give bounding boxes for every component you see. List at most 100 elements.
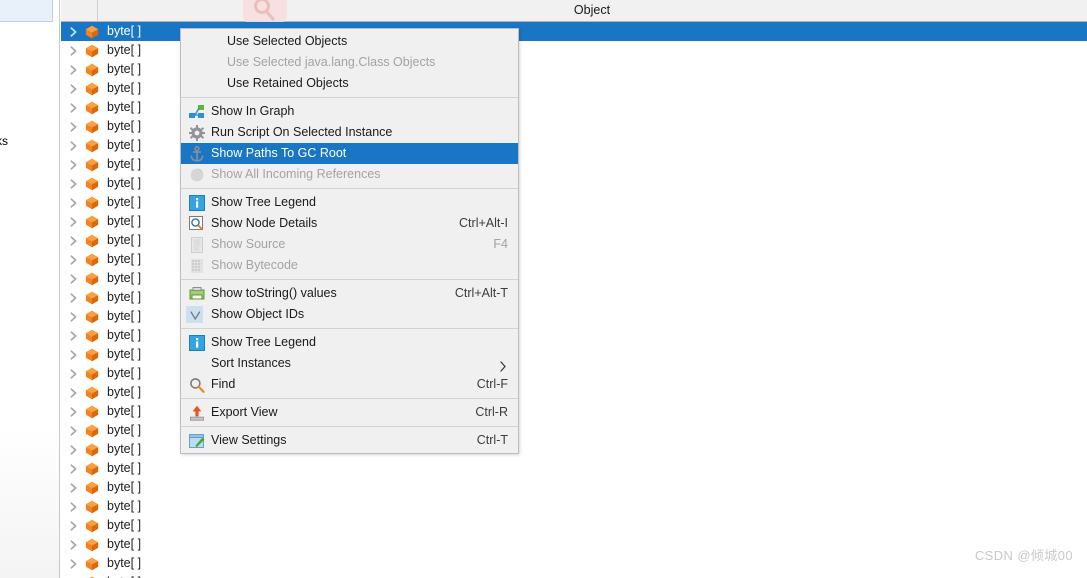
menu-item[interactable]: Find Ctrl-F [181, 374, 518, 395]
object-cube-icon [85, 424, 99, 438]
menu-item-label: Show Node Details [211, 216, 318, 230]
menu-item-label: Show Paths To GC Root [211, 146, 347, 160]
object-cube-icon [85, 120, 99, 134]
chevron-right-icon[interactable] [68, 231, 80, 250]
chevron-right-icon[interactable] [68, 440, 80, 459]
info-icon [189, 195, 205, 211]
menu-item-shortcut: Ctrl+Alt-I [459, 216, 508, 230]
menu-item-label: Use Selected Objects [227, 34, 348, 48]
chevron-right-icon[interactable] [68, 383, 80, 402]
chevron-right-icon[interactable] [68, 326, 80, 345]
table-row[interactable]: byte[ ] [61, 535, 1087, 554]
chevron-right-icon[interactable] [68, 193, 80, 212]
menu-item-label: Show toString() values [211, 286, 337, 300]
menu-item[interactable]: Show toString() values Ctrl+Alt-T [181, 283, 518, 304]
table-cell-object-name: byte[ ] [107, 252, 142, 266]
table-header-cell-blank[interactable] [61, 0, 97, 21]
info-icon [189, 335, 205, 351]
csdn-watermark: CSDN @倾城00 [974, 548, 1073, 563]
chevron-right-icon[interactable] [68, 364, 80, 383]
menu-item-label: Show Tree Legend [211, 195, 316, 209]
object-cube-icon [85, 500, 99, 514]
chevron-right-icon[interactable] [68, 212, 80, 231]
table-cell-object-name: byte[ ] [105, 573, 145, 578]
table-cell-object-name: byte[ ] [107, 62, 142, 76]
chevron-right-icon[interactable] [68, 345, 80, 364]
context-menu[interactable]: Use Selected Objects Use Selected java.la… [180, 28, 519, 454]
object-cube-icon [85, 234, 99, 248]
chevron-right-icon[interactable] [68, 136, 80, 155]
object-cube-icon [85, 25, 99, 39]
menu-item[interactable]: Show Paths To GC Root [181, 143, 518, 164]
chevron-right-icon[interactable] [68, 459, 80, 478]
menu-item[interactable]: Show Tree Legend [181, 192, 518, 213]
object-cube-icon [85, 557, 99, 571]
menu-item[interactable]: Export View Ctrl-R [181, 402, 518, 423]
chevron-right-icon[interactable] [68, 478, 80, 497]
chevron-right-icon[interactable] [68, 307, 80, 326]
object-cube-icon [85, 63, 99, 77]
object-cube-icon [85, 348, 99, 362]
chevron-right-icon[interactable] [68, 174, 80, 193]
table-cell-object-name: byte[ ] [107, 271, 142, 285]
chevron-right-icon[interactable] [68, 516, 80, 535]
object-cube-icon [85, 538, 99, 552]
table-header-row[interactable]: Object [61, 0, 1087, 24]
table-cell-object-name: byte[ ] [107, 442, 142, 456]
menu-item[interactable]: Show Tree Legend [181, 332, 518, 353]
chevron-right-icon[interactable] [68, 535, 80, 554]
search-icon [189, 377, 205, 393]
chevron-right-icon[interactable] [68, 22, 80, 41]
menu-item[interactable]: Show In Graph [181, 101, 518, 122]
menu-separator [181, 398, 518, 399]
table-cell-object-name: byte[ ] [107, 423, 142, 437]
table-cell-object-name: byte[ ] [107, 347, 142, 361]
chevron-right-icon[interactable] [68, 79, 80, 98]
table-cell-object-name: byte[ ] [107, 233, 142, 247]
left-side-panel: ks [0, 0, 60, 578]
menu-item[interactable]: Show Node Details Ctrl+Alt-I [181, 213, 518, 234]
chevron-right-icon[interactable] [68, 497, 80, 516]
chevron-right-icon[interactable] [68, 41, 80, 60]
chevron-right-icon[interactable] [68, 269, 80, 288]
table-row[interactable]: byte[ ] [61, 459, 1087, 478]
chevron-right-icon[interactable] [68, 117, 80, 136]
menu-item[interactable]: Sort Instances [181, 353, 518, 374]
chevron-right-icon [499, 358, 507, 372]
export-icon [189, 405, 205, 421]
chevron-right-icon[interactable] [68, 98, 80, 117]
table-cell-object-name: byte[ ] [107, 366, 142, 380]
object-cube-icon [85, 310, 99, 324]
menu-item[interactable]: Run Script On Selected Instance [181, 122, 518, 143]
object-cube-icon [85, 196, 99, 210]
chevron-right-icon[interactable] [68, 573, 80, 578]
chevron-right-icon[interactable] [68, 250, 80, 269]
menu-item[interactable]: View Settings Ctrl-T [181, 430, 518, 451]
table-row[interactable]: byte[ ] [61, 478, 1087, 497]
left-panel-shade [0, 430, 59, 578]
left-panel-highlighted-box[interactable] [0, 0, 53, 22]
table-cell-object-name: byte[ ] [107, 404, 142, 418]
menu-item-shortcut: Ctrl-T [476, 433, 508, 447]
menu-item[interactable]: Use Retained Objects [181, 73, 518, 94]
chevron-right-icon[interactable] [68, 421, 80, 440]
chevron-right-icon[interactable] [68, 60, 80, 79]
table-row[interactable]: byte[ ] [61, 573, 1087, 578]
table-cell-object-name: byte[ ] [107, 385, 142, 399]
menu-item-label: Export View [211, 405, 278, 419]
menu-item[interactable]: Use Selected Objects [181, 31, 518, 52]
menu-item-shortcut: F4 [493, 237, 508, 251]
chevron-right-icon[interactable] [68, 288, 80, 307]
menu-item-label: Run Script On Selected Instance [211, 125, 393, 139]
chevron-right-icon[interactable] [68, 155, 80, 174]
object-cube-icon [85, 462, 99, 476]
menu-item[interactable]: Show Object IDs [181, 304, 518, 325]
table-row[interactable]: byte[ ] [61, 497, 1087, 516]
menu-item: Show All Incoming References [181, 164, 518, 185]
chevron-right-icon[interactable] [68, 554, 80, 573]
table-row[interactable]: byte[ ] [61, 516, 1087, 535]
table-cell-object-name: byte[ ] [107, 119, 142, 133]
table-row[interactable]: byte[ ] [61, 554, 1087, 573]
chevron-right-icon[interactable] [68, 402, 80, 421]
table-cell-object-name: byte[ ] [107, 518, 142, 532]
